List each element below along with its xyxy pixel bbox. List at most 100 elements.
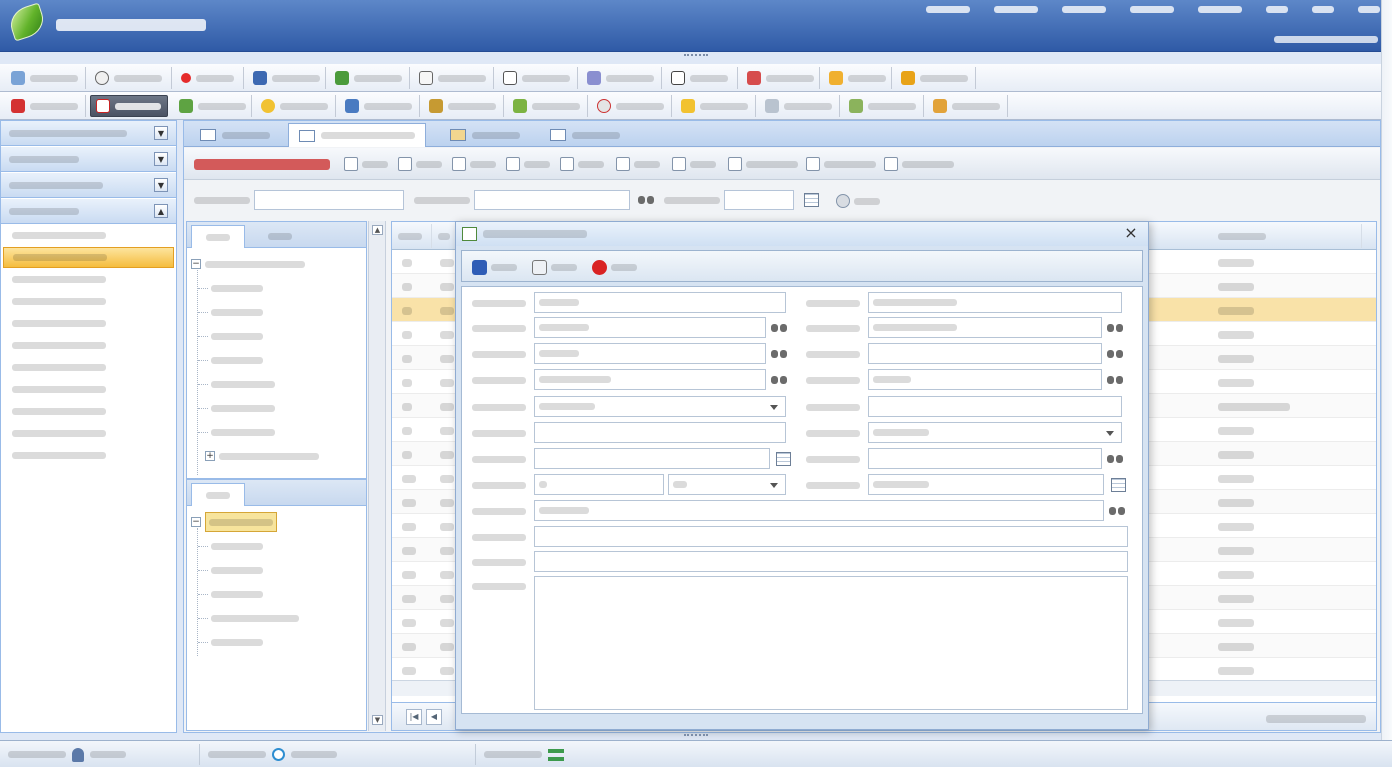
module-menu-item[interactable] (176, 67, 244, 89)
top-nav-link[interactable] (1358, 6, 1380, 13)
binoculars-icon[interactable] (1109, 505, 1125, 517)
collapse-icon[interactable]: − (191, 259, 201, 269)
form-field[interactable] (534, 448, 770, 469)
tree-node[interactable] (211, 278, 263, 298)
module-menu-item[interactable] (256, 95, 336, 117)
sidebar-item-active[interactable] (3, 247, 174, 268)
form-field[interactable] (868, 396, 1122, 417)
form-field[interactable] (534, 500, 1104, 521)
toolbar-button[interactable] (806, 155, 876, 173)
form-select[interactable] (868, 422, 1122, 443)
form-field[interactable] (868, 292, 1122, 313)
tree-node[interactable] (211, 536, 263, 556)
binoculars-icon[interactable] (638, 194, 654, 206)
top-nav-link[interactable] (1198, 6, 1242, 13)
close-button[interactable] (592, 258, 637, 276)
form-select[interactable] (534, 396, 786, 417)
binoculars-icon[interactable] (771, 374, 787, 386)
scroll-down-icon[interactable]: ▼ (372, 715, 383, 725)
module-menu-item[interactable] (896, 67, 976, 89)
form-field[interactable] (534, 343, 766, 364)
form-field[interactable] (534, 551, 1128, 572)
module-menu-item[interactable] (414, 67, 494, 89)
tree-node[interactable] (211, 422, 275, 442)
sidebar-item[interactable] (3, 225, 174, 246)
toolbar-button[interactable] (344, 155, 388, 173)
tree-node[interactable] (211, 326, 263, 346)
sidebar-item[interactable] (3, 445, 174, 466)
calendar-icon[interactable] (1111, 478, 1126, 492)
top-nav-link[interactable] (926, 6, 970, 13)
form-field[interactable] (534, 526, 1128, 547)
binoculars-icon[interactable] (771, 348, 787, 360)
tree-node[interactable] (211, 632, 263, 652)
tree-node[interactable] (211, 398, 275, 418)
top-nav-link[interactable] (1266, 6, 1288, 13)
save-button[interactable] (472, 258, 517, 276)
workspace-tab[interactable] (540, 123, 630, 147)
tree-tab[interactable] (191, 225, 245, 248)
module-menu-item[interactable] (592, 95, 672, 117)
chevron-down-icon[interactable]: ▼ (154, 126, 168, 140)
module-menu-item[interactable] (582, 67, 662, 89)
top-nav-link[interactable] (1062, 6, 1106, 13)
binoculars-icon[interactable] (1107, 348, 1123, 360)
module-menu-item[interactable] (6, 95, 86, 117)
calendar-icon[interactable] (804, 193, 819, 207)
binoculars-icon[interactable] (771, 322, 787, 334)
top-nav-link[interactable] (1130, 6, 1174, 13)
sidebar-item[interactable] (3, 401, 174, 422)
sidebar-item[interactable] (3, 335, 174, 356)
tree-scrollbar[interactable]: ▲ ▼ (368, 221, 386, 731)
toolbar-button[interactable] (506, 155, 550, 173)
module-menu-item[interactable] (498, 67, 578, 89)
tree-node[interactable] (211, 560, 263, 580)
search-button[interactable] (836, 192, 880, 210)
module-menu-item[interactable] (90, 67, 172, 89)
module-menu-item-active[interactable] (90, 95, 168, 117)
tree-node[interactable] (211, 608, 299, 628)
module-menu-item[interactable] (6, 67, 86, 89)
module-menu-item[interactable] (760, 95, 840, 117)
sidebar-section-header[interactable]: ▼ (1, 147, 176, 172)
form-field[interactable] (534, 369, 766, 390)
filter-input[interactable] (254, 190, 404, 210)
module-menu-item[interactable] (424, 95, 504, 117)
form-field[interactable] (534, 474, 664, 495)
binoculars-icon[interactable] (1107, 374, 1123, 386)
sidebar-item[interactable] (3, 379, 174, 400)
module-menu-item[interactable] (666, 67, 738, 89)
form-field[interactable] (868, 369, 1102, 390)
grid-column-header[interactable] (392, 224, 432, 248)
form-field[interactable] (534, 292, 786, 313)
sidebar-section-header[interactable]: ▼ (1, 121, 176, 146)
module-menu-item[interactable] (340, 95, 420, 117)
expand-icon[interactable]: + (205, 451, 215, 461)
tree-root-node[interactable]: − (191, 512, 277, 532)
sidebar-item[interactable] (3, 423, 174, 444)
workspace-tab[interactable] (190, 123, 280, 147)
top-nav-link[interactable] (994, 6, 1038, 13)
form-field[interactable] (868, 343, 1102, 364)
tree-root-node[interactable]: − (191, 254, 305, 274)
module-menu-item[interactable] (174, 95, 252, 117)
sidebar-section-header[interactable]: ▼ (1, 173, 176, 198)
scroll-up-icon[interactable]: ▲ (372, 225, 383, 235)
workspace-tab[interactable] (440, 123, 530, 147)
tree-node[interactable] (211, 374, 275, 394)
collapse-icon[interactable]: − (191, 517, 201, 527)
module-menu-item[interactable] (330, 67, 410, 89)
grid-column-header[interactable] (1212, 224, 1362, 248)
module-menu-item[interactable] (508, 95, 588, 117)
dialog-title-bar[interactable] (456, 222, 1148, 246)
form-textarea[interactable] (534, 576, 1128, 710)
form-field[interactable] (868, 474, 1104, 495)
tree-node-selected[interactable] (205, 512, 277, 532)
previous-page-icon[interactable]: ◀ (426, 709, 442, 725)
module-menu-item[interactable] (248, 67, 326, 89)
filter-input[interactable] (724, 190, 794, 210)
chevron-down-icon[interactable]: ▼ (154, 152, 168, 166)
attachment-button[interactable] (532, 258, 577, 276)
page-scrollbar[interactable] (1381, 0, 1392, 740)
form-select[interactable] (668, 474, 786, 495)
